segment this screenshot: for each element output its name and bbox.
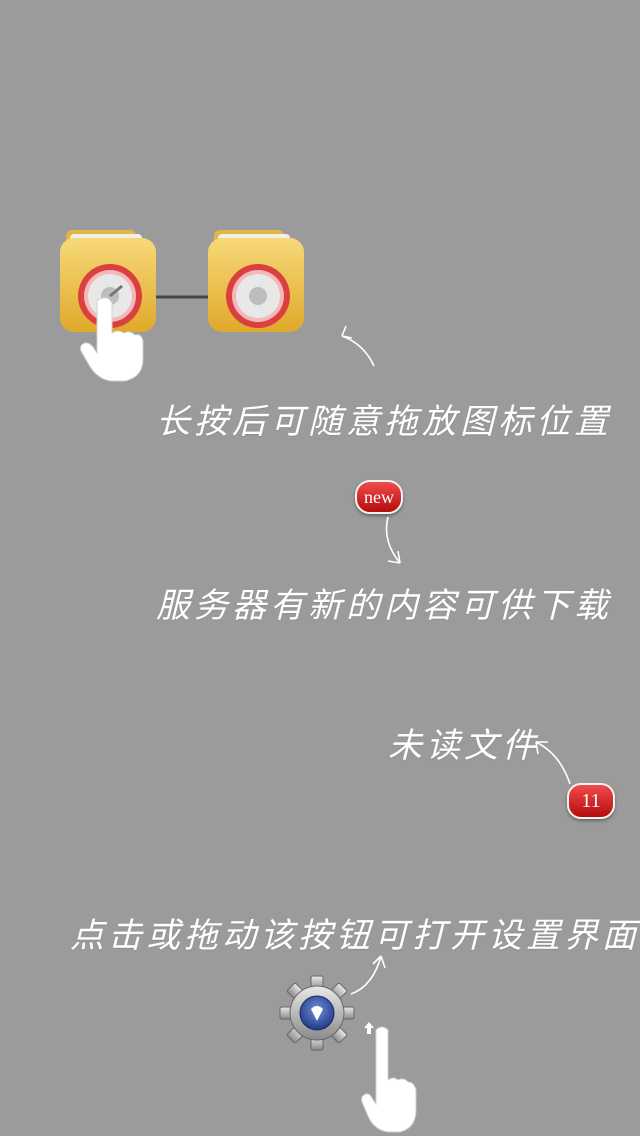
curved-arrow-icon [535, 741, 571, 785]
unread-count-badge[interactable]: 11 [567, 783, 615, 819]
hand-pointer-icon [360, 1020, 417, 1136]
drag-demo: 长按后可随意拖放图标位置 [0, 0, 640, 442]
hand-pointer-icon [80, 295, 144, 383]
gear-icon[interactable] [279, 975, 355, 1054]
drag-hint-text: 长按后可随意拖放图标位置 [156, 402, 612, 442]
unread-files-hint-text: 未读文件 [388, 726, 540, 766]
locked-folder-icon[interactable] [208, 228, 304, 332]
curved-arrow-icon [341, 325, 375, 367]
new-badge[interactable]: new [355, 480, 403, 514]
new-content-hint-text: 服务器有新的内容可供下载 [156, 586, 612, 626]
curved-arrow-icon [385, 516, 401, 564]
